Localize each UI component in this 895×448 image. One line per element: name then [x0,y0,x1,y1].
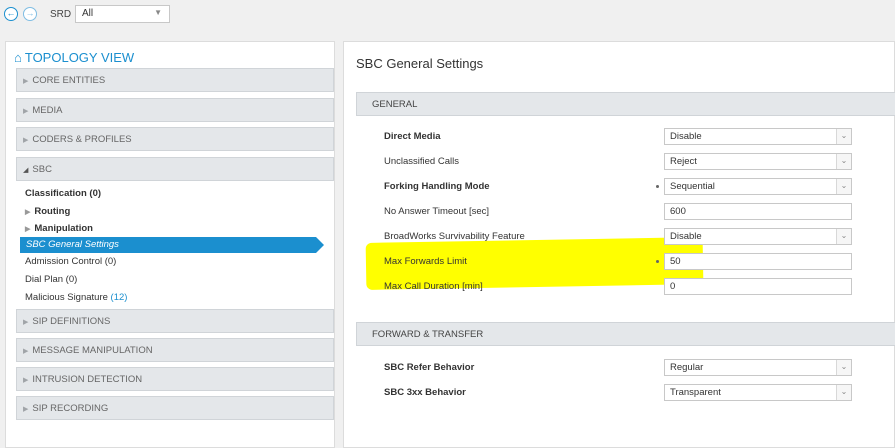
no-answer-timeout-input[interactable]: 600 [664,203,852,220]
section-label: SIP RECORDING [32,403,109,414]
chevron-down-icon: ⌄ [836,385,851,400]
item-count: (12) [110,292,128,303]
direct-media-value: Disable [670,131,702,142]
chevron-down-icon: ⌄ [836,360,851,375]
chevron-down-icon: ⌄ [836,129,851,144]
sbc-refer-behavior-select[interactable]: Regular ⌄ [664,359,852,376]
triangle-right-icon: ▶ [23,78,29,85]
max-forwards-label: Max Forwards Limit [384,256,467,267]
forking-handling-value: Sequential [670,181,715,192]
top-toolbar: ← → SRD All ▼ [0,0,895,32]
topology-view-title[interactable]: ⌂ TOPOLOGY VIEW [14,50,134,65]
sidebar-item-malicious-signature[interactable]: Malicious Signature (12) [25,292,127,303]
sidebar-item-sbc-general-settings[interactable]: SBC General Settings [20,237,324,253]
sidebar-section-sbc[interactable]: ◢ SBC [16,157,334,181]
sbc-refer-behavior-label: SBC Refer Behavior [384,362,475,373]
chevron-down-icon: ⌄ [836,229,851,244]
sbc-3xx-behavior-value: Transparent [670,387,721,398]
triangle-right-icon: ▶ [23,348,29,355]
modified-indicator [656,185,659,188]
triangle-right-icon: ▶ [23,406,29,413]
direct-media-select[interactable]: Disable ⌄ [664,128,852,145]
section-label: CORE ENTITIES [32,75,106,86]
forking-handling-select[interactable]: Sequential ⌄ [664,178,852,195]
triangle-right-icon: ▶ [23,319,29,326]
unclassified-calls-value: Reject [670,156,697,167]
section-label: SBC [32,164,52,175]
srd-select[interactable]: All ▼ [75,5,170,23]
sbc-refer-behavior-value: Regular [670,362,704,373]
chevron-down-icon: ⌄ [836,154,851,169]
unclassified-calls-label: Unclassified Calls [384,156,459,167]
sbc-3xx-behavior-select[interactable]: Transparent ⌄ [664,384,852,401]
unclassified-calls-select[interactable]: Reject ⌄ [664,153,852,170]
max-call-duration-label: Max Call Duration [min] [384,281,483,292]
home-icon: ⌂ [14,50,22,65]
direct-media-label: Direct Media [384,131,441,142]
sidebar-section-coders-profiles[interactable]: ▶ CODERS & PROFILES [16,127,334,151]
sidebar-item-manipulation[interactable]: ▶ Manipulation [25,223,93,234]
sidebar-item-admission-control[interactable]: Admission Control (0) [25,256,116,267]
section-label: SIP DEFINITIONS [32,316,111,327]
tree-label: Malicious Signature [25,292,108,303]
srd-label: SRD [50,9,72,20]
section-label: MESSAGE MANIPULATION [32,345,153,356]
group-header-general[interactable]: GENERAL [356,92,895,116]
sidebar-section-media[interactable]: ▶ MEDIA [16,98,334,122]
tree-label: Manipulation [34,223,93,234]
sidebar-section-message-manipulation[interactable]: ▶ MESSAGE MANIPULATION [16,338,334,362]
triangle-right-icon: ▶ [23,377,29,384]
sbc-3xx-behavior-label: SBC 3xx Behavior [384,387,466,398]
sidebar-section-core-entities[interactable]: ▶ CORE ENTITIES [16,68,334,92]
modified-indicator [656,260,659,263]
triangle-right-icon: ▶ [25,226,31,233]
back-icon[interactable]: ← [4,7,18,21]
sidebar-item-dial-plan[interactable]: Dial Plan (0) [25,274,77,285]
no-answer-timeout-label: No Answer Timeout [sec] [384,206,490,217]
topology-sidebar: ⌂ TOPOLOGY VIEW ▶ CORE ENTITIES ▶ MEDIA ▶ CO… [5,41,335,448]
section-label: CODERS & PROFILES [32,134,132,145]
sidebar-item-classification[interactable]: Classification (0) [25,188,101,199]
section-label: INTRUSION DETECTION [32,374,143,385]
tree-label: Routing [34,206,71,217]
section-label: MEDIA [32,105,63,116]
settings-panel: SBC General Settings GENERAL Direct Medi… [343,41,895,448]
max-call-duration-input[interactable]: 0 [664,278,852,295]
chevron-down-icon: ▼ [154,8,162,17]
sidebar-section-intrusion-detection[interactable]: ▶ INTRUSION DETECTION [16,367,334,391]
forward-icon[interactable]: → [23,7,37,21]
broadworks-value: Disable [670,231,702,242]
sidebar-item-routing[interactable]: ▶ Routing [25,206,70,217]
max-forwards-input[interactable]: 50 [664,253,852,270]
triangle-down-icon: ◢ [23,167,29,174]
chevron-down-icon: ⌄ [836,179,851,194]
topology-view-label: TOPOLOGY VIEW [24,50,135,65]
group-header-forward-transfer[interactable]: FORWARD & TRANSFER [356,322,895,346]
triangle-right-icon: ▶ [23,108,29,115]
sidebar-section-sip-definitions[interactable]: ▶ SIP DEFINITIONS [16,309,334,333]
sidebar-section-sip-recording[interactable]: ▶ SIP RECORDING [16,396,334,420]
broadworks-select[interactable]: Disable ⌄ [664,228,852,245]
forking-handling-label: Forking Handling Mode [384,181,490,192]
broadworks-label: BroadWorks Survivability Feature [384,231,525,242]
srd-select-value: All [82,8,94,19]
triangle-right-icon: ▶ [23,137,29,144]
triangle-right-icon: ▶ [25,209,31,216]
page-title: SBC General Settings [356,56,484,71]
